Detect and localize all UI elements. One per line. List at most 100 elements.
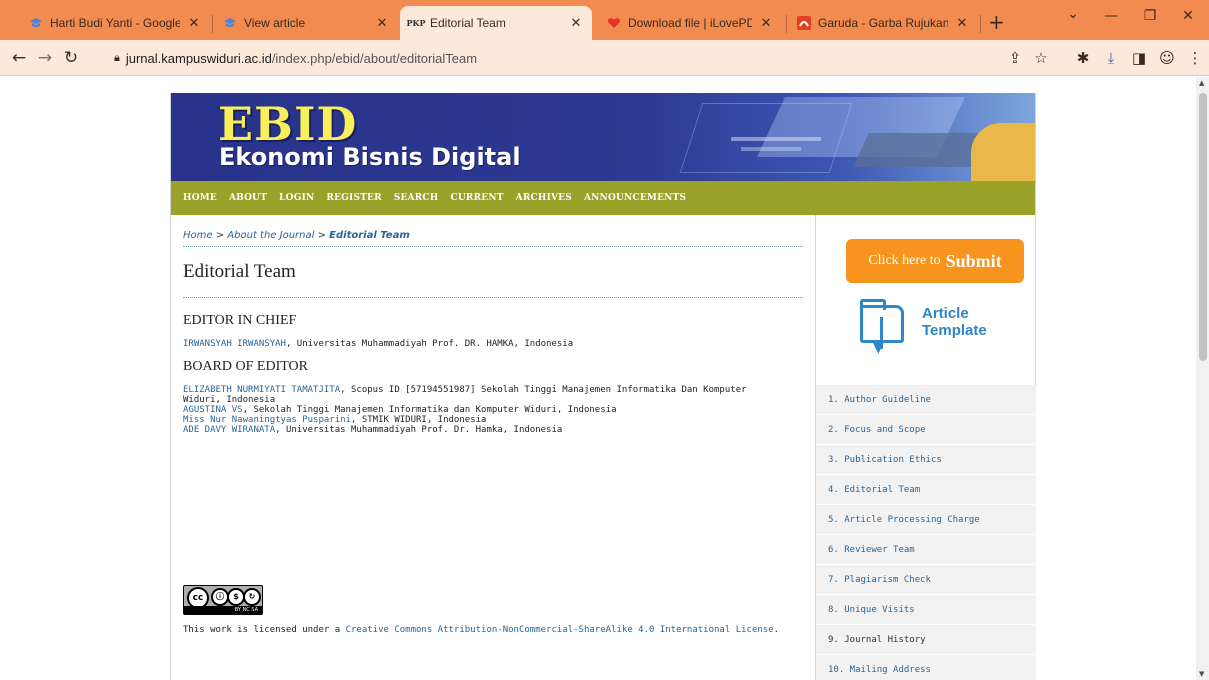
share-icon[interactable]: ⇪ [1004,49,1026,67]
board-of-editor-heading: BOARD OF EDITOR [183,359,308,374]
editor-affiliation: , STMIK WIDURI, Indonesia [350,415,487,425]
cc-license-badge[interactable]: cc ⓘ $ ↻ BY NC SA [183,585,263,615]
banner-chart-line [731,137,821,141]
nav-archives[interactable]: ARCHIVES [516,193,572,203]
tab-strip: Harti Budi Yanti - Google Sc ✕ View arti… [0,0,1209,40]
sidebar-item-journal-history[interactable]: 9. Journal History [816,625,1036,655]
cc-sa-icon: ↻ [243,588,261,606]
submit-label: Submit [945,250,1002,271]
cc-badge-label: BY NC SA [184,606,262,614]
submit-button[interactable]: Click here to Submit [846,239,1024,283]
close-tab-icon[interactable]: ✕ [954,15,970,31]
board-entry: ELIZABETH NURMIYATI TAMATJITA, Scopus ID… [183,385,803,395]
close-tab-icon[interactable]: ✕ [186,15,202,31]
page-viewport: EBID Ekonomi Bisnis Digital HOME ABOUT L… [0,77,1196,680]
nav-announcements[interactable]: ANNOUNCEMENTS [584,193,686,203]
bookmark-star-icon[interactable]: ☆ [1030,49,1052,67]
sidebar-item-reviewer-team[interactable]: 6. Reviewer Team [816,535,1036,565]
banner-hand-graphic [971,123,1035,181]
breadcrumb-separator: > [215,230,225,241]
tab-ilovepdf[interactable]: Download file | iLovePDF ✕ [598,8,782,38]
close-tab-icon[interactable]: ✕ [568,15,584,31]
side-panel-icon[interactable]: ◨ [1128,49,1150,67]
sidebar-item-focus-scope[interactable]: 2. Focus and Scope [816,415,1036,445]
license-link[interactable]: Creative Commons Attribution-NonCommerci… [346,625,774,635]
editor-name-link[interactable]: AGUSTINA VS [183,405,243,415]
journal-site: EBID Ekonomi Bisnis Digital HOME ABOUT L… [170,93,1036,680]
close-tab-icon[interactable]: ✕ [758,15,774,31]
nav-login[interactable]: LOGIN [279,193,314,203]
sidebar-item-apc[interactable]: 5. Article Processing Charge [816,505,1036,535]
breadcrumb-current[interactable]: Editorial Team [329,230,410,241]
tab-title: Harti Budi Yanti - Google Sc [50,16,180,30]
breadcrumb-home[interactable]: Home [183,230,213,241]
sidebar-item-plagiarism-check[interactable]: 7. Plagiarism Check [816,565,1036,595]
sidebar-item-publication-ethics[interactable]: 3. Publication Ethics [816,445,1036,475]
new-tab-icon[interactable]: + [988,10,1005,34]
profile-avatar[interactable]: ☺ [1156,49,1178,67]
editor-affiliation: Widuri, Indonesia [183,395,276,405]
editor-in-chief-heading: EDITOR IN CHIEF [183,313,297,328]
tab-editorial-team[interactable]: PKP Editorial Team ✕ [400,6,592,40]
url-path: /index.php/ebid/about/editorialTeam [271,50,478,66]
tab-divider [786,15,787,33]
nav-search[interactable]: SEARCH [394,193,439,203]
sidebar-item-editorial-team[interactable]: 4. Editorial Team [816,475,1036,505]
editor-name-link[interactable]: ADE DAVY WIRANATA [183,425,275,435]
sidebar-item-mailing-address[interactable]: 10. Mailing Address [816,655,1036,680]
editor-name-link[interactable]: ELIZABETH NURMIYATI TAMATJITA [183,385,340,395]
tab-view-article[interactable]: View article ✕ [214,8,398,38]
sidebar-item-author-guideline[interactable]: 1. Author Guideline [816,385,1036,415]
page-title: Editorial Team [183,261,803,298]
license-suffix: . [773,625,780,635]
banner-chart-line [741,147,801,151]
reload-icon[interactable]: ↻ [60,48,82,68]
minimize-icon[interactable]: — [1096,8,1126,24]
tab-google-scholar[interactable]: Harti Budi Yanti - Google Sc ✕ [20,8,210,38]
editor-affiliation: , Sekolah Tinggi Manajemen Informatika d… [242,405,617,415]
address-toolbar: ← → ↻ 🔒︎ jurnal.kampuswiduri.ac.id/index… [0,40,1209,76]
journal-banner[interactable]: EBID Ekonomi Bisnis Digital [171,93,1035,181]
tab-garuda[interactable]: Garuda - Garba Rujukan Dig ✕ [788,8,978,38]
close-tab-icon[interactable]: ✕ [374,15,390,31]
editor-name-link[interactable]: Miss Nur Nawaningtyas Pusparini [183,415,351,425]
forward-arrow-icon[interactable]: → [34,48,56,68]
heart-icon [606,15,622,31]
nav-home[interactable]: HOME [183,193,217,203]
editor-affiliation: , Universitas Muhammadiyah Prof. Dr. Ham… [275,425,563,435]
tab-search-chevron-icon[interactable]: ⌄ [1058,6,1088,22]
extensions-puzzle-icon[interactable]: ✱ [1072,49,1094,67]
tab-title: Download file | iLovePDF [628,16,752,30]
address-bar[interactable]: 🔒︎ jurnal.kampuswiduri.ac.id/index.php/e… [102,45,1062,71]
nav-current[interactable]: CURRENT [451,193,504,203]
tab-divider [212,15,213,33]
url-text[interactable]: jurnal.kampuswiduri.ac.id/index.php/ebid… [126,51,477,66]
page-scrollbar[interactable]: ▲ ▼ [1196,77,1209,680]
tab-title: Editorial Team [430,16,506,30]
nav-about[interactable]: ABOUT [229,193,267,203]
tab-divider [980,15,981,33]
sidebar: Click here to Submit ▼ Article Template 1.… [815,215,1036,680]
editor-affiliation: , Scopus ID [57194551987] Sekolah Tinggi… [340,385,747,395]
tab-title: View article [244,16,306,30]
close-window-icon[interactable]: ✕ [1173,8,1203,24]
scrollbar-thumb[interactable] [1199,93,1207,361]
scroll-down-arrow-icon[interactable]: ▼ [1199,670,1204,678]
template-line-2: Template [922,322,987,339]
sidebar-item-unique-visits[interactable]: 8. Unique Visits [816,595,1036,625]
restore-icon[interactable]: ❐ [1135,8,1165,24]
menu-kebab-icon[interactable]: ⋮ [1184,49,1206,67]
editor-in-chief-entry: IRWANSYAH IRWANSYAH, Universitas Muhamma… [183,339,803,349]
breadcrumb-about[interactable]: About the Journal [227,230,314,241]
nav-register[interactable]: REGISTER [326,193,381,203]
lock-icon[interactable]: 🔒︎ [114,51,120,65]
scroll-up-arrow-icon[interactable]: ▲ [1199,79,1204,87]
editor-name-link[interactable]: IRWANSYAH IRWANSYAH [183,339,286,349]
back-arrow-icon[interactable]: ← [8,48,30,68]
download-icon[interactable]: ⤓ [1100,49,1122,67]
template-line-1: Article [922,305,969,322]
board-entry-continued: Widuri, Indonesia [183,395,803,405]
download-arrow-head-icon: ▼ [873,340,884,356]
article-template-link[interactable]: ▼ Article Template [860,299,1000,359]
breadcrumb-separator: > [317,230,326,241]
